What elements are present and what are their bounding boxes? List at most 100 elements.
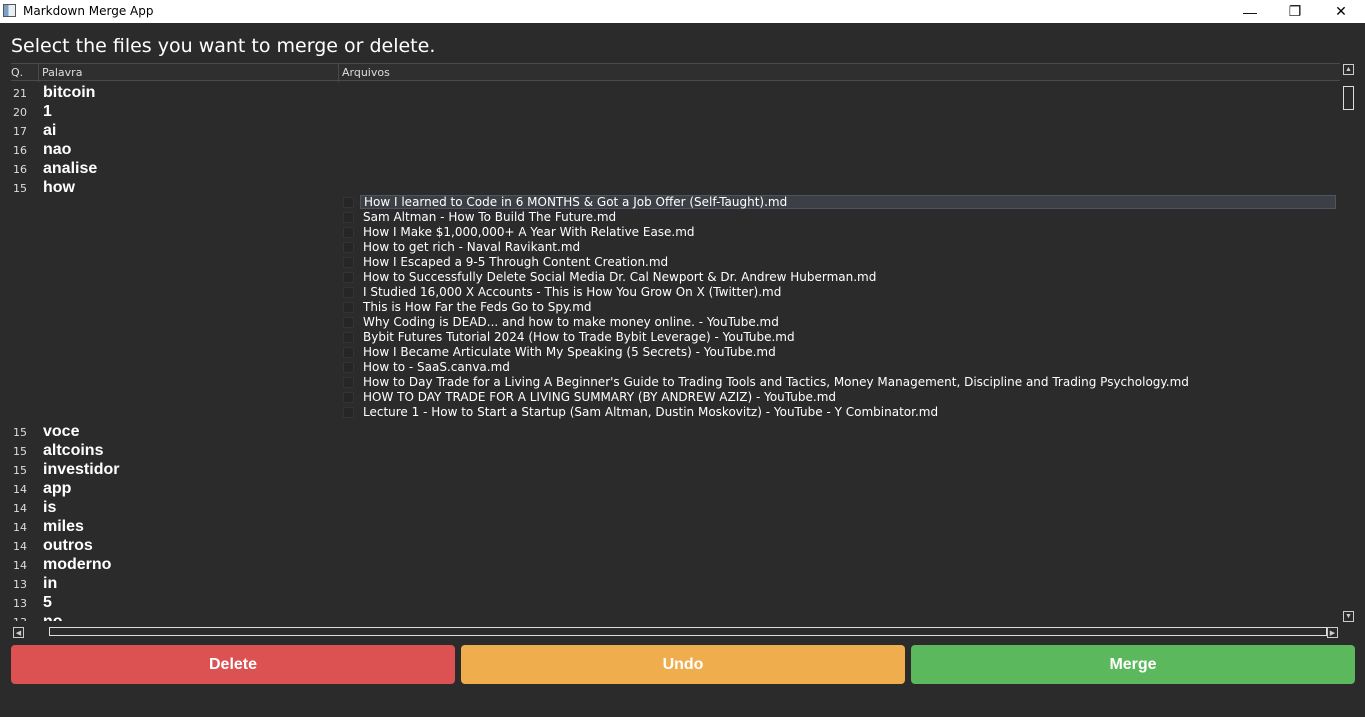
table-row[interactable]: 16 nao: [11, 140, 1340, 159]
close-button[interactable]: ✕: [1318, 0, 1364, 23]
file-name[interactable]: This is How Far the Feds Go to Spy.md: [360, 300, 1336, 314]
undo-button[interactable]: Undo: [461, 645, 905, 684]
row-word: analise: [43, 160, 98, 177]
file-name[interactable]: How to - SaaS.canva.md: [360, 360, 1336, 374]
file-checkbox[interactable]: [343, 227, 354, 238]
file-checkbox[interactable]: [343, 347, 354, 358]
file-item[interactable]: How to Day Trade for a Living A Beginner…: [341, 375, 1340, 390]
file-checkbox[interactable]: [343, 302, 354, 313]
merge-button[interactable]: Merge: [911, 645, 1355, 684]
table-row[interactable]: 15 altcoins: [11, 441, 1340, 460]
file-name[interactable]: I Studied 16,000 X Accounts - This is Ho…: [360, 285, 1336, 299]
file-name[interactable]: How I Became Articulate With My Speaking…: [360, 345, 1336, 359]
table-row[interactable]: 16 analise: [11, 159, 1340, 178]
scroll-up-arrow-icon[interactable]: ▲: [1343, 64, 1354, 75]
row-count: 15: [13, 182, 27, 195]
row-word: investidor: [43, 461, 120, 478]
row-count: 14: [13, 483, 27, 496]
file-name[interactable]: How to Day Trade for a Living A Beginner…: [360, 375, 1336, 389]
row-word: ai: [43, 122, 57, 139]
file-item[interactable]: How I learned to Code in 6 MONTHS & Got …: [341, 195, 1340, 210]
file-item[interactable]: How to Successfully Delete Social Media …: [341, 270, 1340, 285]
row-word: miles: [43, 518, 84, 535]
file-item[interactable]: How to get rich - Naval Ravikant.md: [341, 240, 1340, 255]
row-count: 14: [13, 521, 27, 534]
horizontal-scrollbar[interactable]: ◀ ▶: [11, 625, 1341, 639]
file-item[interactable]: HOW TO DAY TRADE FOR A LIVING SUMMARY (B…: [341, 390, 1340, 405]
file-name[interactable]: How I Escaped a 9-5 Through Content Crea…: [360, 255, 1336, 269]
vertical-scrollbar[interactable]: ▲ ▼: [1341, 63, 1356, 625]
row-count: 13: [13, 597, 27, 610]
file-checkbox[interactable]: [343, 197, 354, 208]
file-item[interactable]: How to - SaaS.canva.md: [341, 360, 1340, 375]
table-row[interactable]: 15 investidor: [11, 460, 1340, 479]
table-row[interactable]: 13 no: [11, 612, 1340, 621]
minimize-button[interactable]: —: [1227, 0, 1273, 23]
page-heading: Select the files you want to merge or de…: [11, 35, 436, 57]
file-checkbox[interactable]: [343, 362, 354, 373]
column-header-word[interactable]: Palavra: [42, 66, 82, 79]
file-item[interactable]: Why Coding is DEAD... and how to make mo…: [341, 315, 1340, 330]
file-item[interactable]: How I Escaped a 9-5 Through Content Crea…: [341, 255, 1340, 270]
file-checkbox[interactable]: [343, 377, 354, 388]
table-row[interactable]: 14 miles: [11, 517, 1340, 536]
row-count: 15: [13, 464, 27, 477]
file-name[interactable]: Lecture 1 - How to Start a Startup (Sam …: [360, 405, 1336, 419]
table-row[interactable]: 14 outros: [11, 536, 1340, 555]
maximize-button[interactable]: ❐: [1272, 0, 1318, 23]
scroll-left-arrow-icon[interactable]: ◀: [13, 627, 24, 638]
file-item[interactable]: Lecture 1 - How to Start a Startup (Sam …: [341, 405, 1340, 420]
column-header-files[interactable]: Arquivos: [342, 66, 390, 79]
file-checkbox[interactable]: [343, 212, 354, 223]
row-count: 16: [13, 144, 27, 157]
file-name[interactable]: How to Successfully Delete Social Media …: [360, 270, 1336, 284]
file-item[interactable]: How I Make $1,000,000+ A Year With Relat…: [341, 225, 1340, 240]
file-checkbox[interactable]: [343, 392, 354, 403]
scroll-right-arrow-icon[interactable]: ▶: [1327, 627, 1338, 638]
file-name[interactable]: How to get rich - Naval Ravikant.md: [360, 240, 1336, 254]
file-item[interactable]: I Studied 16,000 X Accounts - This is Ho…: [341, 285, 1340, 300]
row-count: 15: [13, 445, 27, 458]
vertical-scroll-thumb[interactable]: [1343, 86, 1354, 110]
file-item[interactable]: How I Became Articulate With My Speaking…: [341, 345, 1340, 360]
file-name[interactable]: How I Make $1,000,000+ A Year With Relat…: [360, 225, 1336, 239]
file-name[interactable]: Bybit Futures Tutorial 2024 (How to Trad…: [360, 330, 1336, 344]
table-row[interactable]: 21 bitcoin: [11, 83, 1340, 102]
table-row[interactable]: 13 in: [11, 574, 1340, 593]
row-count: 15: [13, 426, 27, 439]
file-item[interactable]: Sam Altman - How To Build The Future.md: [341, 210, 1340, 225]
file-name[interactable]: Sam Altman - How To Build The Future.md: [360, 210, 1336, 224]
row-count: 16: [13, 163, 27, 176]
scroll-down-arrow-icon[interactable]: ▼: [1343, 611, 1354, 622]
file-name[interactable]: Why Coding is DEAD... and how to make mo…: [360, 315, 1336, 329]
file-checkbox[interactable]: [343, 332, 354, 343]
delete-button[interactable]: Delete: [11, 645, 455, 684]
table-row[interactable]: 14 app: [11, 479, 1340, 498]
file-checkbox[interactable]: [343, 257, 354, 268]
file-name[interactable]: HOW TO DAY TRADE FOR A LIVING SUMMARY (B…: [360, 390, 1336, 404]
table-row[interactable]: 14 is: [11, 498, 1340, 517]
file-item[interactable]: Bybit Futures Tutorial 2024 (How to Trad…: [341, 330, 1340, 345]
row-count: 13: [13, 578, 27, 591]
file-checkbox[interactable]: [343, 287, 354, 298]
file-checkbox[interactable]: [343, 317, 354, 328]
file-name[interactable]: How I learned to Code in 6 MONTHS & Got …: [360, 195, 1336, 209]
file-item[interactable]: This is How Far the Feds Go to Spy.md: [341, 300, 1340, 315]
column-header-count[interactable]: Q.: [11, 66, 23, 79]
row-word: bitcoin: [43, 84, 96, 101]
row-count: 14: [13, 559, 27, 572]
table-row[interactable]: 20 1: [11, 102, 1340, 121]
words-table: Q. Palavra Arquivos 21 bitcoin 20 1 17 ai 16 na…: [11, 63, 1356, 639]
row-count: 14: [13, 540, 27, 553]
horizontal-scroll-thumb[interactable]: [49, 627, 1327, 636]
table-row[interactable]: 13 5: [11, 593, 1340, 612]
row-count: 13: [13, 616, 27, 621]
table-row[interactable]: 14 moderno: [11, 555, 1340, 574]
table-row[interactable]: 17 ai: [11, 121, 1340, 140]
file-checkbox[interactable]: [343, 272, 354, 283]
file-checkbox[interactable]: [343, 407, 354, 418]
table-body: 21 bitcoin 20 1 17 ai 16 nao 16 analise 15 how How I…: [11, 83, 1340, 621]
app-icon: [3, 4, 16, 17]
table-row[interactable]: 15 voce: [11, 422, 1340, 441]
file-checkbox[interactable]: [343, 242, 354, 253]
